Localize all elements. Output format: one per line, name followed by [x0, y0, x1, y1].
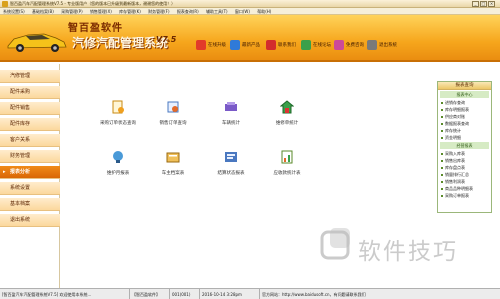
nav-item-repair[interactable]: 汽修管理: [0, 70, 60, 83]
sports-car-logo: [7, 33, 67, 52]
settlement-report-shortcut[interactable]: 结算状态报表: [207, 149, 255, 176]
panel-item[interactable]: 销量排行汇总: [438, 171, 491, 178]
panel-item[interactable]: 进销存查询: [438, 99, 491, 106]
vehicle-stats-icon: [225, 102, 237, 111]
panel-item[interactable]: 数据报表查询: [438, 120, 491, 127]
nav-item-customer[interactable]: 客户关系: [0, 134, 60, 147]
exit-icon: [367, 40, 377, 50]
panel-item[interactable]: 库存盘点表: [438, 164, 491, 171]
watermark: 软件技巧: [318, 224, 498, 288]
panel-item[interactable]: 销售出库表: [438, 157, 491, 164]
sales-order-shortcut[interactable]: 销售订单查询: [149, 99, 197, 126]
quick-products-button[interactable]: 最新产品: [230, 39, 260, 51]
panel-section-heading: 经营报表: [440, 142, 489, 149]
panel-item[interactable]: 库存统计: [438, 127, 491, 134]
panel-item[interactable]: 销售利润表: [438, 178, 491, 185]
status-bar: [智百盈汽车汽配管理系统V7.5] 欢迎使用本系统... 【智百盈软件】 001…: [0, 288, 500, 299]
product-version: V7.5: [156, 35, 177, 44]
purchase-order-icon: [112, 100, 124, 114]
phone-icon: [266, 40, 276, 50]
menu-stock[interactable]: 库存管理(K): [119, 8, 141, 14]
maintenance-report-shortcut[interactable]: 维护月报表: [94, 149, 142, 176]
vehicle-stats-shortcut[interactable]: 车辆统计: [207, 99, 255, 126]
menu-system[interactable]: 系统设置(S): [3, 8, 25, 14]
nav-item-reports[interactable]: 报表分析: [0, 166, 60, 179]
banner: 智百盈软件 汽修汽配管理系统 V7.5 在线升级 最新产品 联系我们 在线论坛 …: [0, 15, 500, 62]
title-bar: 智百盈汽车汽配管理系统V7.5 - 专业版用户（您的版本已升级到最新版本，谢谢您…: [0, 0, 500, 8]
receivable-stats-shortcut[interactable]: 应收款统计表: [263, 149, 311, 176]
brand-name: 智百盈软件: [68, 23, 123, 34]
panel-item[interactable]: 商品品种明细表: [438, 185, 491, 192]
menu-tools[interactable]: 辅助工具(T): [206, 8, 228, 14]
nav-item-finance[interactable]: 财务管理: [0, 150, 60, 163]
panel-item[interactable]: 采购入库表: [438, 150, 491, 157]
nav-item-stock[interactable]: 配件库存: [0, 118, 60, 131]
forum-icon: [301, 40, 311, 50]
panel-item[interactable]: 库存明细报表: [438, 106, 491, 113]
owner-file-icon: [166, 152, 180, 163]
owner-file-shortcut[interactable]: 车主档案表: [149, 149, 197, 176]
left-nav: 汽修管理 配件采购 配件销售 配件库存 客户关系 财务管理 报表分析 系统设置 …: [0, 64, 60, 288]
chat-icon: [334, 40, 344, 50]
panel-section-heading: 报表中心: [440, 91, 489, 98]
quick-consult-button[interactable]: 免费咨询: [334, 39, 364, 51]
minimize-button[interactable]: _: [472, 1, 479, 7]
status-datetime: 2016-10-14 3:28pm: [200, 289, 260, 299]
quick-forum-button[interactable]: 在线论坛: [301, 39, 331, 51]
product-name: 汽修汽配管理系统: [72, 36, 169, 50]
nav-item-archive[interactable]: 基本档案: [0, 198, 60, 211]
panel-title: 报表查询: [438, 82, 491, 90]
quick-contact-button[interactable]: 联系我们: [266, 39, 296, 51]
menu-help[interactable]: 帮助(H): [257, 8, 271, 14]
watermark-logo-icon: [320, 228, 350, 260]
nav-item-purchase[interactable]: 配件采购: [0, 86, 60, 99]
sales-order-icon: [167, 101, 179, 113]
menu-finance[interactable]: 财务管理(F): [148, 8, 169, 14]
menu-sales[interactable]: 销售管理(X): [90, 8, 112, 14]
settlement-report-icon: [225, 152, 237, 162]
status-website: 官方网站：http://www.baidusoft.cn，有问题请联系我们: [262, 292, 366, 297]
panel-item[interactable]: 资金明细: [438, 134, 491, 141]
panel-item[interactable]: 采购订单报表: [438, 192, 491, 199]
menu-window[interactable]: 窗口(W): [235, 8, 250, 14]
globe-icon: [196, 40, 206, 50]
menu-bar: 系统设置(S) 基础档案(B) 采购管理(P) 销售管理(X) 库存管理(K) …: [0, 8, 500, 15]
receivable-stats-icon: [281, 150, 293, 164]
nav-item-sales[interactable]: 配件销售: [0, 102, 60, 115]
quick-upgrade-button[interactable]: 在线升级: [196, 39, 226, 51]
status-message: [智百盈汽车汽配管理系统V7.5] 欢迎使用本系统...: [0, 289, 130, 299]
maintenance-report-icon: [113, 151, 123, 163]
repair-stats-icon: [279, 100, 295, 114]
watermark-text: 软件技巧: [358, 239, 458, 265]
purchase-order-shortcut[interactable]: 采购订单状态查询: [94, 99, 142, 126]
menu-report[interactable]: 报表查询(R): [177, 8, 199, 14]
app-icon: [2, 1, 8, 7]
window-title: 智百盈汽车汽配管理系统V7.5 - 专业版用户（您的版本已升级到最新版本，谢谢您…: [10, 1, 176, 6]
panel-item[interactable]: 供应商对账: [438, 113, 491, 120]
menu-archive[interactable]: 基础档案(B): [32, 8, 54, 14]
quick-exit-button[interactable]: 退出系统: [367, 39, 397, 51]
nav-item-exit[interactable]: 退出系统: [0, 214, 60, 227]
status-user: 001(001): [170, 289, 200, 299]
box-icon: [230, 40, 240, 50]
close-button[interactable]: ×: [488, 1, 495, 7]
report-shortcut-panel: 报表查询 报表中心 进销存查询 库存明细报表 供应商对账 数据报表查询 库存统计…: [437, 81, 492, 213]
maximize-button[interactable]: □: [480, 1, 487, 7]
menu-purchase[interactable]: 采购管理(P): [61, 8, 83, 14]
nav-item-settings[interactable]: 系统设置: [0, 182, 60, 195]
repair-stats-shortcut[interactable]: 维修单统计: [263, 99, 311, 126]
status-company: 【智百盈软件】: [130, 289, 170, 299]
